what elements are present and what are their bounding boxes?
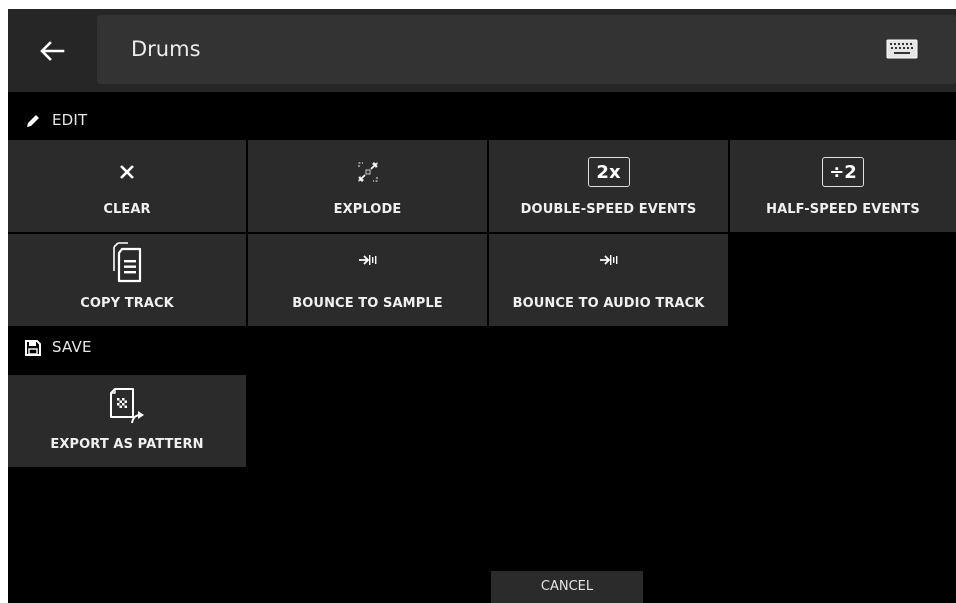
bounce-icon	[599, 255, 617, 265]
app-screen: Drums EDIT CLEAR EXPLODE 2x DOUBLE-SPEED…	[8, 9, 956, 603]
explode-label: EXPLODE	[333, 202, 402, 217]
save-section-header: SAVE	[8, 329, 956, 366]
half-speed-events-button[interactable]: ÷2 HALF-SPEED EVENTS	[730, 140, 956, 232]
keyboard-button[interactable]	[885, 38, 919, 60]
double-speed-icon-text: 2x	[596, 161, 621, 183]
arrow-left-icon	[40, 40, 65, 61]
half-speed-icon: ÷2	[822, 157, 864, 187]
keyboard-icon	[886, 39, 918, 59]
cancel-button[interactable]: CANCEL	[491, 571, 643, 603]
track-name-value: Drums	[131, 37, 201, 61]
double-speed-events-label: DOUBLE-SPEED EVENTS	[520, 202, 697, 217]
back-button[interactable]	[8, 9, 96, 92]
half-speed-icon-text: ÷2	[829, 161, 857, 183]
bounce-icon	[358, 255, 376, 265]
track-name-field[interactable]: Drums	[97, 15, 956, 84]
copy-document-icon	[113, 242, 142, 283]
clear-label: CLEAR	[103, 202, 151, 217]
x-icon	[120, 165, 134, 179]
half-speed-events-label: HALF-SPEED EVENTS	[766, 202, 920, 217]
edit-section-label: EDIT	[52, 111, 88, 129]
edit-section-header: EDIT	[8, 102, 956, 139]
save-section-label: SAVE	[52, 338, 92, 356]
bounce-to-sample-label: BOUNCE TO SAMPLE	[292, 296, 443, 311]
export-document-icon	[110, 388, 144, 424]
bounce-to-audio-track-label: BOUNCE TO AUDIO TRACK	[512, 296, 705, 311]
pencil-icon	[27, 115, 39, 127]
header-bar: Drums	[8, 9, 956, 92]
double-speed-icon: 2x	[587, 157, 630, 187]
clear-button[interactable]: CLEAR	[8, 140, 246, 232]
explode-icon	[357, 162, 378, 182]
floppy-disk-icon	[25, 340, 41, 356]
export-as-pattern-label: EXPORT AS PATTERN	[50, 437, 204, 452]
double-speed-events-button[interactable]: 2x DOUBLE-SPEED EVENTS	[489, 140, 728, 232]
copy-track-button[interactable]: COPY TRACK	[8, 234, 246, 326]
bounce-to-sample-button[interactable]: BOUNCE TO SAMPLE	[248, 234, 487, 326]
bounce-to-audio-track-button[interactable]: BOUNCE TO AUDIO TRACK	[489, 234, 728, 326]
export-as-pattern-button[interactable]: EXPORT AS PATTERN	[8, 375, 246, 467]
explode-button[interactable]: EXPLODE	[248, 140, 487, 232]
copy-track-label: COPY TRACK	[80, 296, 174, 311]
